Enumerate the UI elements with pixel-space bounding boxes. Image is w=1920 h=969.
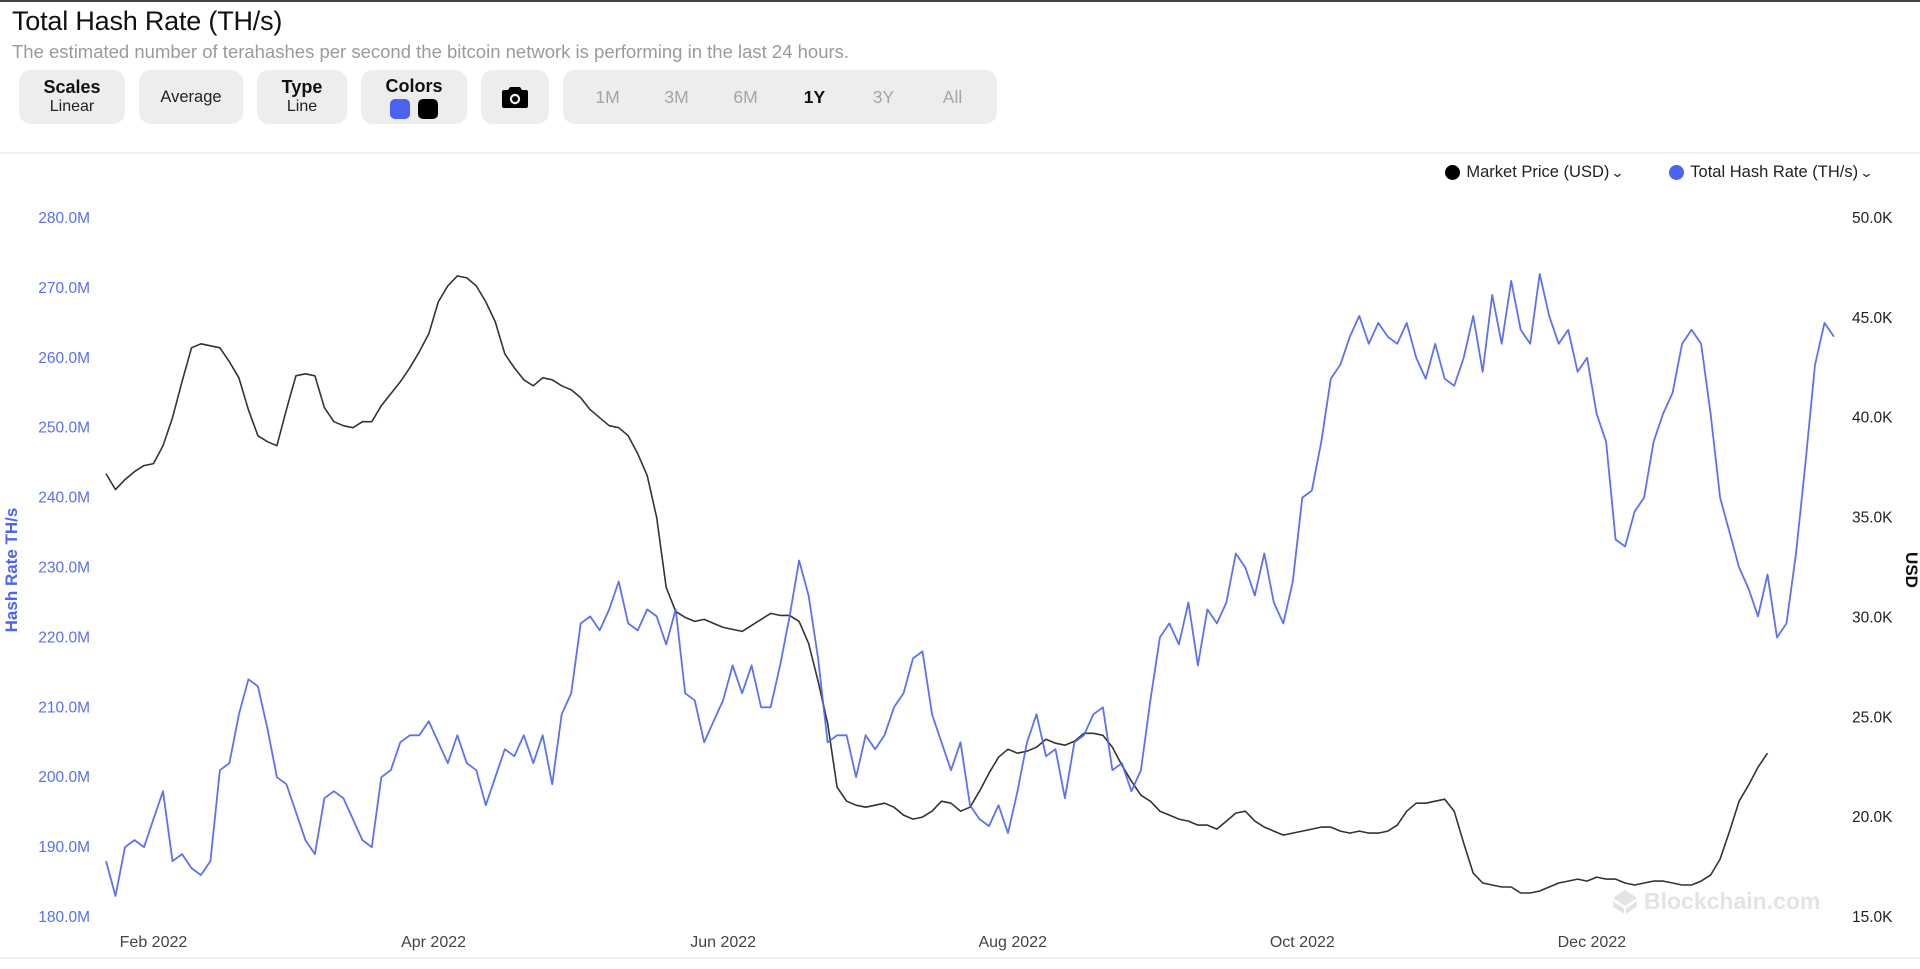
y-tick-left: 180.0M: [38, 909, 90, 926]
x-tick: Dec 2022: [1558, 934, 1627, 951]
y-tick-left: 250.0M: [38, 420, 90, 437]
watermark-text: Blockchain.com: [1644, 888, 1821, 914]
y-axis-right: 15.0K 20.0K 25.0K 30.0K 35.0K 40.0K 45.0K 50.0K: [1852, 210, 1893, 926]
y-tick-left: 210.0M: [38, 699, 90, 716]
y-tick-right: 50.0K: [1852, 210, 1893, 227]
footer-divider: [0, 957, 1920, 959]
x-axis: Feb 2022 Apr 2022 Jun 2022 Aug 2022 Oct 2022…: [120, 934, 1627, 951]
y-tick-right: 25.0K: [1852, 709, 1893, 726]
series-group: [105, 272, 1835, 897]
y-tick-left: 270.0M: [38, 280, 90, 297]
y-tick-left: 200.0M: [38, 769, 90, 786]
hash-rate-line[interactable]: [105, 272, 1835, 897]
y-tick-right: 15.0K: [1852, 909, 1893, 926]
y-tick-left: 260.0M: [38, 350, 90, 367]
blockchain-logo-icon: [1613, 889, 1637, 914]
y-tick-right: 40.0K: [1852, 410, 1893, 427]
y-tick-left: 220.0M: [38, 629, 90, 646]
hash-rate-chart[interactable]: 180.0M 190.0M 200.0M 210.0M 220.0M 230.0M 240.…: [0, 0, 1920, 969]
y-tick-left: 230.0M: [38, 560, 90, 577]
y-tick-right: 30.0K: [1852, 609, 1893, 626]
y-tick-left: 240.0M: [38, 490, 90, 507]
x-tick: Oct 2022: [1270, 934, 1335, 951]
y-axis-left-title: Hash Rate TH/s: [2, 508, 21, 633]
y-axis-right-title: USD: [1902, 552, 1920, 588]
x-tick: Jun 2022: [690, 934, 756, 951]
y-tick-left: 190.0M: [38, 839, 90, 856]
watermark: Blockchain.com: [1612, 888, 1820, 915]
y-tick-left: 280.0M: [38, 210, 90, 227]
y-tick-right: 35.0K: [1852, 510, 1893, 527]
y-tick-right: 20.0K: [1852, 809, 1893, 826]
market-price-line[interactable]: [105, 275, 1769, 894]
x-tick: Aug 2022: [978, 934, 1047, 951]
x-tick: Feb 2022: [120, 934, 188, 951]
y-axis-left: 180.0M 190.0M 200.0M 210.0M 220.0M 230.0M 240.…: [38, 210, 90, 926]
y-tick-right: 45.0K: [1852, 310, 1893, 327]
x-tick: Apr 2022: [401, 934, 466, 951]
